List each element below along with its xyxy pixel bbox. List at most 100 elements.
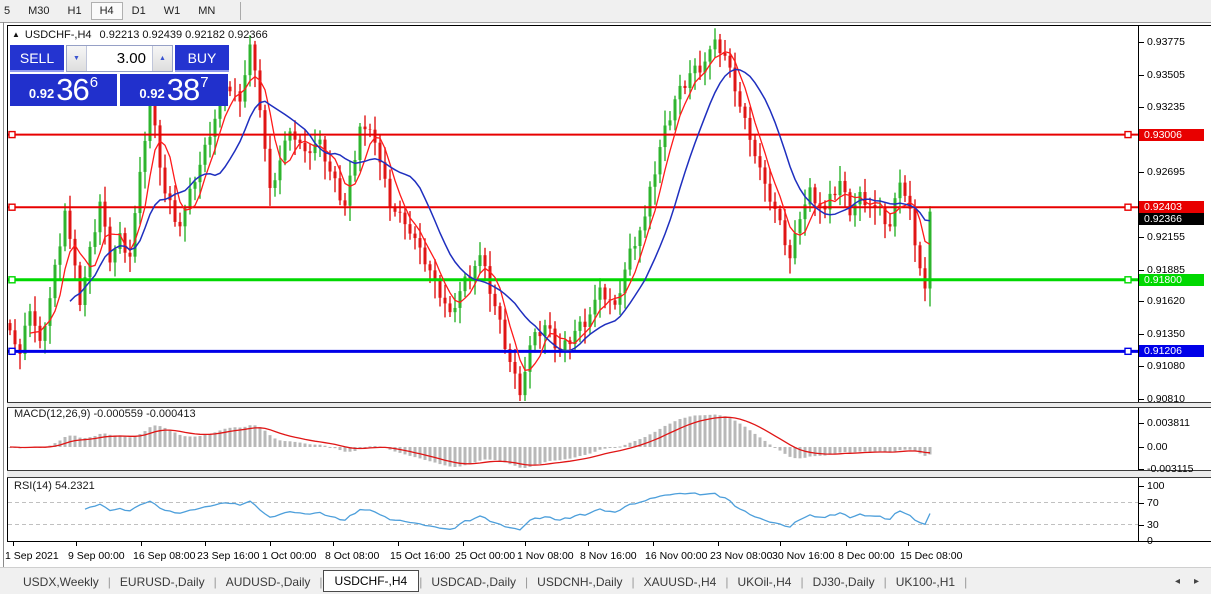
date-label: 15 Oct 16:00 [390,550,451,562]
date-tick [653,542,654,546]
axis-tick [1139,301,1144,302]
date-label: 1 Sep 2021 [5,550,59,562]
date-tick [463,542,464,546]
tab-scroll-arrows: ◂ ▸ [1175,576,1199,587]
macd-tick-label: -0.003115 [1147,463,1194,475]
chart-tab-usdx-weekly[interactable]: USDX,Weekly [14,571,108,593]
axis-tick [1139,366,1144,367]
volume-decrease-button[interactable]: ▼ [67,46,87,71]
axis-tick [1139,525,1144,526]
hline-price-label: 0.93006 [1139,129,1204,141]
date-label: 8 Oct 08:00 [325,550,380,562]
chart-tab-uk100-h1[interactable]: UK100-,H1 [887,571,964,593]
axis-tick [1139,334,1144,335]
hline-price-label: 0.91206 [1139,345,1204,357]
axis-tick [1139,270,1144,271]
price-tick-label: 0.92695 [1147,166,1185,178]
horizontal-lines [8,130,1138,356]
date-tick [525,542,526,546]
price-tick-label: 0.91350 [1147,328,1185,340]
rsi-label: RSI(14) 54.2321 [14,480,95,492]
axis-tick [1139,42,1144,43]
buy-price-big: 38 [166,72,200,107]
rsi-tick-label: 30 [1147,519,1159,531]
date-tick [398,542,399,546]
date-tick [846,542,847,546]
axis-tick [1139,447,1144,448]
axis-tick [1139,237,1144,238]
collapse-icon[interactable]: ▲ [12,30,20,39]
rsi-tick-label: 0 [1147,535,1153,547]
sell-button[interactable]: SELL [10,45,64,72]
date-tick [333,542,334,546]
date-label: 1 Nov 08:00 [517,550,574,562]
date-tick [13,542,14,546]
mt-terminal-window: 5 M30 H1 H4 D1 W1 MN ▲ USDCHF-,H4 0.92213 0.9243… [0,0,1211,594]
chart-tab-ukoil-h4[interactable]: UKOil-,H4 [728,571,800,593]
macd-histogram [8,414,932,468]
date-label: 23 Nov 08:00 [710,550,773,562]
hline-price-label: 0.92403 [1139,201,1204,213]
axis-tick [1139,107,1144,108]
date-label: 15 Dec 08:00 [900,550,963,562]
bid-price-label: 0.92366 [1139,213,1204,225]
price-tick-label: 0.91620 [1147,295,1185,307]
date-tick [588,542,589,546]
price-tick-label: 0.92155 [1147,231,1185,243]
chart-tab-usdcad-daily[interactable]: USDCAD-,Daily [422,571,525,593]
price-tick-label: 0.93505 [1147,69,1185,81]
buy-button[interactable]: BUY [175,45,229,72]
chart-tab-eurusd-daily[interactable]: EURUSD-,Daily [111,571,214,593]
macd-tick-label: 0.003811 [1147,417,1191,429]
date-tick [718,542,719,546]
chevron-up-icon: ▲ [159,55,166,62]
date-label: 16 Sep 08:00 [133,550,196,562]
date-label: 30 Nov 16:00 [772,550,835,562]
chart-tab-xauusd-h4[interactable]: XAUUSD-,H4 [635,571,726,593]
chart-ohlc-values: 0.92213 0.92439 0.92182 0.92366 [99,29,268,41]
date-tick [141,542,142,546]
buy-price-base: 0.92 [139,85,165,101]
tab-separator: | [964,574,968,589]
price-tick-label: 0.91080 [1147,360,1185,372]
date-tick [270,542,271,546]
date-tick [205,542,206,546]
chart-tab-dj30-daily[interactable]: DJ30-,Daily [804,571,884,593]
chart-tabs: USDX,Weekly | EURUSD-,Daily | AUDUSD-,Daily |… [14,569,968,593]
chart-window-header: ▲ USDCHF-,H4 0.92213 0.92439 0.92182 0.923… [12,29,268,41]
date-label: 1 Oct 00:00 [262,550,317,562]
rsi-tick-label: 100 [1147,480,1165,492]
rsi-tick-label: 70 [1147,497,1159,509]
tab-scroll-left-icon[interactable]: ◂ [1175,576,1180,587]
date-label: 25 Oct 00:00 [455,550,516,562]
axis-tick [1139,423,1144,424]
chart-tab-audusd-daily[interactable]: AUDUSD-,Daily [217,571,320,593]
date-label: 9 Sep 00:00 [68,550,125,562]
price-tick-label: 0.90810 [1147,393,1185,405]
chart-tab-bar: USDX,Weekly | EURUSD-,Daily | AUDUSD-,Daily |… [0,567,1211,594]
date-tick [76,542,77,546]
axis-tick [1139,172,1144,173]
axis-tick [1139,469,1144,470]
date-label: 8 Dec 00:00 [838,550,895,562]
chart-tab-usdcnh-daily[interactable]: USDCNH-,Daily [528,571,631,593]
tab-scroll-right-icon[interactable]: ▸ [1194,576,1199,587]
rsi-pane-group [8,492,1138,531]
axis-tick [1139,399,1144,400]
date-label: 23 Sep 16:00 [197,550,260,562]
volume-spinner: ▼ 3.00 ▲ [66,45,173,72]
chart-symbol-title: USDCHF-,H4 [24,29,92,41]
price-tick-label: 0.93235 [1147,101,1185,113]
sell-price-base: 0.92 [28,85,55,101]
date-label: 8 Nov 16:00 [580,550,637,562]
macd-pane-group [8,414,932,468]
macd-label: MACD(12,26,9) -0.000559 -0.000413 [14,408,196,420]
date-label: 16 Nov 00:00 [645,550,708,562]
buy-price-display[interactable]: 0.92 38 7 [120,74,228,106]
axis-tick [1139,541,1144,542]
sell-price-display[interactable]: 0.92 36 6 [10,74,117,106]
volume-increase-button[interactable]: ▲ [152,46,172,71]
chart-tab-usdchf-h4[interactable]: USDCHF-,H4 [322,569,420,592]
volume-input[interactable]: 3.00 [87,46,152,71]
axis-tick [1139,503,1144,504]
